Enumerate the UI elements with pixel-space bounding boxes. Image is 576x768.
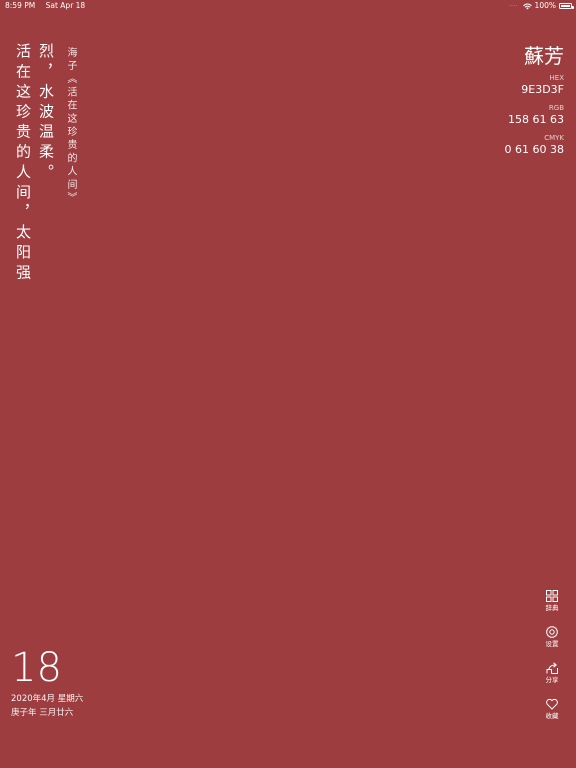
date-day: 18 (11, 645, 62, 691)
dictionary-label: 辞典 (545, 604, 559, 612)
poem-line-2: 烈，水波温柔。 (37, 43, 55, 184)
poem-attribution: 海子《活在这珍贵的人间》 (65, 47, 76, 206)
status-time: 8:59 PM (5, 1, 36, 10)
battery-fill (561, 5, 570, 7)
rgb-label: RGB (548, 104, 564, 112)
side-menu: 辞典 设置 分享 收藏 (540, 589, 564, 733)
share-label: 分享 (545, 676, 559, 684)
date-block: 18 2020年4月 星期六 庚子年 三月廿六 (11, 644, 83, 720)
favorite-label: 收藏 (545, 712, 559, 720)
rgb-value[interactable]: 158 61 63 (505, 113, 564, 127)
signal-icon: ···· (509, 3, 518, 9)
cmyk-label: CMYK (544, 134, 564, 142)
hex-label: HEX (549, 74, 564, 82)
battery-icon (559, 3, 574, 9)
poem-line-1: 活在这珍贵的人间，太阳强 (14, 43, 32, 285)
status-bar: 8:59 PM Sat Apr 18 ···· 100% (0, 0, 576, 12)
settings-button[interactable]: 设置 (540, 625, 564, 661)
gregorian-date: 2020年4月 星期六 (11, 694, 84, 704)
share-button[interactable]: 分享 (540, 661, 564, 697)
status-date: Sat Apr 18 (45, 1, 86, 10)
grid-icon (546, 590, 558, 602)
dictionary-button[interactable]: 辞典 (540, 589, 564, 625)
cmyk-value[interactable]: 0 61 60 38 (505, 143, 564, 157)
hex-value[interactable]: 9E3D3F (505, 83, 564, 97)
status-right: ···· 100% (509, 0, 574, 12)
favorite-button[interactable]: 收藏 (540, 697, 564, 733)
settings-label: 设置 (545, 640, 559, 648)
color-info: 蘇芳 HEX 9E3D3F RGB 158 61 63 CMYK 0 61 60… (505, 42, 564, 164)
battery-percent: 100% (534, 1, 556, 10)
settings-icon (546, 626, 558, 638)
wifi-icon (522, 3, 532, 9)
status-left: 8:59 PM Sat Apr 18 (5, 0, 93, 12)
heart-icon (546, 698, 558, 710)
share-icon (546, 662, 558, 674)
lunar-date: 庚子年 三月廿六 (11, 708, 74, 718)
color-name[interactable]: 蘇芳 (505, 42, 564, 70)
